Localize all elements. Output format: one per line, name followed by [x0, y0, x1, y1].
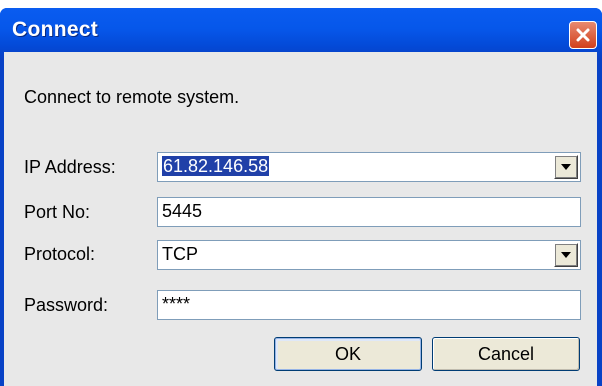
close-button[interactable]	[569, 21, 597, 49]
cancel-button[interactable]: Cancel	[432, 337, 580, 371]
password-label: Password:	[24, 295, 109, 315]
chevron-down-icon	[561, 252, 571, 258]
port-value: 5445	[162, 201, 203, 221]
ip-address-label: IP Address:	[24, 157, 116, 177]
ip-address-dropdown-button[interactable]	[554, 155, 578, 179]
port-input[interactable]: 5445	[157, 197, 581, 227]
ip-address-value: 61.82.146.58	[162, 156, 270, 176]
chevron-down-icon	[561, 164, 571, 170]
dialog-body: Connect to remote system. IP Address: 61…	[4, 52, 597, 386]
protocol-value: TCP	[162, 244, 198, 264]
ok-button[interactable]: OK	[274, 337, 422, 371]
ip-address-combobox[interactable]: 61.82.146.58	[157, 152, 581, 182]
port-label: Port No:	[24, 202, 91, 222]
protocol-dropdown-button[interactable]	[554, 243, 578, 267]
protocol-combobox[interactable]: TCP	[157, 240, 581, 270]
connect-dialog: Connect Connect to remote system. IP Add…	[0, 8, 602, 386]
password-input[interactable]: ****	[157, 290, 581, 320]
password-value: ****	[162, 294, 191, 314]
intro-text: Connect to remote system.	[24, 87, 240, 107]
window-title: Connect	[12, 18, 99, 41]
close-icon	[576, 28, 590, 42]
protocol-label: Protocol:	[24, 244, 96, 264]
